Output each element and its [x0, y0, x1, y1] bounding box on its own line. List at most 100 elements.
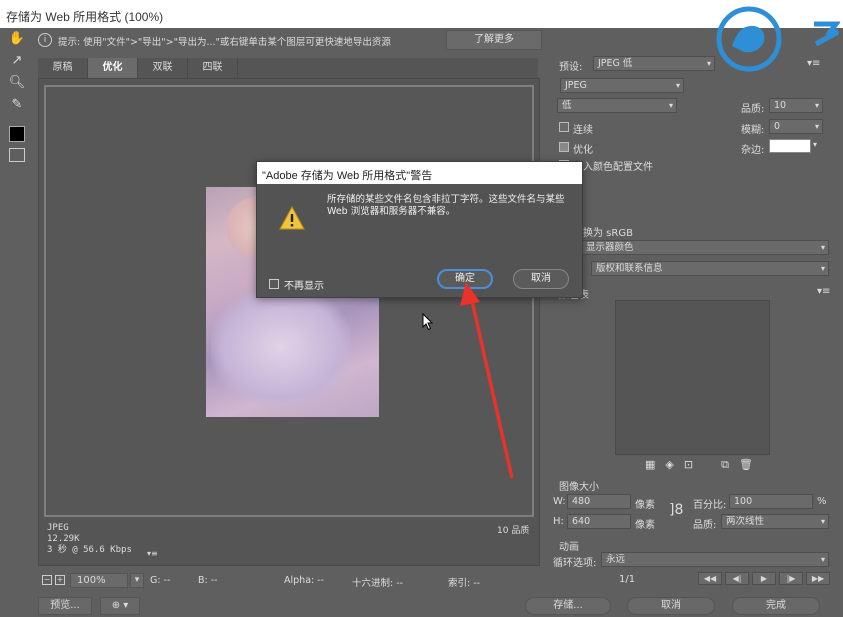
preview-color-select[interactable]: 显示器颜色 ▾: [581, 240, 829, 255]
link-icon[interactable]: ]8: [669, 502, 683, 518]
trash-icon[interactable]: 🗑︎: [739, 458, 753, 472]
percent-sign: %: [817, 496, 827, 507]
logo-icon: [716, 6, 782, 72]
progressive-label: 连续: [573, 125, 593, 136]
dont-show-label: 不再显示: [284, 281, 324, 292]
info-format: JPEG: [47, 523, 69, 533]
warning-dialog: "Adobe 存储为 Web 所用格式"警告 所存储的某些文件名包含非拉丁字符。…: [256, 161, 583, 298]
preview-button[interactable]: 预览...: [38, 597, 92, 615]
map-color-icon[interactable]: ▦: [645, 458, 655, 472]
width-unit: 像素: [635, 500, 655, 511]
percent-field[interactable]: 100: [729, 494, 813, 509]
chevron-down-icon[interactable]: ▾: [130, 573, 144, 588]
prev-frame-button[interactable]: ◀|: [725, 572, 749, 585]
tab-optimized[interactable]: 优化: [88, 58, 138, 78]
cancel-button[interactable]: 取消: [627, 597, 715, 615]
resample-quality-value: 两次线性: [726, 516, 765, 527]
status-bar: − + 100% ▾ G: -- B: -- Alpha: -- 十六进制: -…: [40, 572, 540, 590]
matte-color-swatch[interactable]: [769, 139, 811, 153]
index-readout: 索引: --: [448, 578, 481, 589]
lock-color-icon[interactable]: ⊡: [684, 458, 693, 472]
preview-color-value: 显示器颜色: [586, 242, 634, 253]
blur-field[interactable]: 0 ▾: [769, 119, 823, 134]
chevron-down-icon[interactable]: ▾: [813, 140, 817, 149]
mouse-cursor-icon: [422, 313, 434, 331]
height-unit: 像素: [635, 520, 655, 531]
tab-2-up[interactable]: 双联: [138, 58, 188, 78]
save-button[interactable]: 存储...: [525, 597, 611, 615]
format-value: JPEG: [565, 80, 587, 91]
zoom-in-button[interactable]: +: [55, 575, 65, 585]
hint-bar: i 提示: 使用"文件">"导出">"导出为..."或右键单击某个图层可更快速地…: [34, 30, 544, 52]
first-frame-button[interactable]: ◀◀: [698, 572, 722, 585]
new-color-icon[interactable]: ⧉: [721, 458, 729, 472]
animation-controls: ◀◀ ◀| ▶ |▶ ▶▶: [698, 572, 830, 585]
done-button[interactable]: 完成: [732, 597, 820, 615]
play-button[interactable]: ▶: [752, 572, 776, 585]
browser-preview-select[interactable]: ⊕ ▾: [100, 597, 140, 615]
panel-menu-icon[interactable]: ▾≡: [807, 58, 820, 69]
tab-original[interactable]: 原稿: [38, 58, 88, 78]
dont-show-checkbox[interactable]: [269, 279, 279, 289]
web-shift-icon[interactable]: ◈: [665, 458, 673, 472]
tab-4-up[interactable]: 四联: [188, 58, 238, 78]
width-value: 480: [572, 496, 591, 507]
width-field[interactable]: 480: [567, 494, 631, 509]
animation-heading: 动画: [559, 542, 579, 553]
color-table-menu-icon[interactable]: ▾≡: [817, 286, 830, 297]
optimized-label: 优化: [573, 145, 593, 156]
green-readout: G: --: [150, 575, 171, 586]
percent-label: 百分比:: [693, 500, 727, 511]
tool-column: ✋ ↗ 🔍︎ ✎: [8, 30, 28, 162]
blur-value: 0: [774, 121, 781, 132]
hint-text: 提示: 使用"文件">"导出">"导出为..."或右键单击某个图层可更快速地导出…: [58, 37, 391, 48]
resample-quality-select[interactable]: 两次线性 ▾: [721, 514, 829, 529]
height-field[interactable]: 640: [567, 514, 631, 529]
compression-select[interactable]: 低 ▾: [557, 98, 677, 113]
loop-options-value: 永远: [606, 554, 626, 565]
height-value: 640: [572, 516, 591, 527]
progressive-checkbox[interactable]: [559, 122, 569, 132]
alpha-readout: Alpha: --: [284, 575, 325, 586]
info-menu-icon[interactable]: ▾≡: [147, 549, 158, 558]
preset-value: JPEG 低: [598, 58, 633, 69]
metadata-select[interactable]: 版权和联系信息 ▾: [591, 261, 829, 276]
height-label: H:: [553, 516, 564, 527]
eyedropper-color-swatch[interactable]: [9, 126, 25, 142]
zoom-tool-icon[interactable]: 🔍︎: [8, 74, 26, 92]
learn-more-button[interactable]: 了解更多: [446, 30, 542, 50]
next-frame-button[interactable]: |▶: [779, 572, 803, 585]
dialog-cancel-button[interactable]: 取消: [513, 269, 569, 289]
last-frame-button[interactable]: ▶▶: [806, 572, 830, 585]
hand-tool-icon[interactable]: ✋: [8, 30, 26, 48]
percent-value: 100: [734, 496, 753, 507]
ok-button[interactable]: 确定: [437, 269, 493, 289]
zoom-out-button[interactable]: −: [42, 575, 52, 585]
preset-select[interactable]: JPEG 低 ▾: [593, 56, 715, 71]
image-size-heading: 图像大小: [559, 482, 599, 493]
format-select[interactable]: JPEG ▾: [560, 78, 684, 93]
info-icon: i: [38, 33, 52, 47]
slice-select-tool-icon[interactable]: ↗: [8, 52, 26, 70]
toggle-slices-icon[interactable]: [9, 148, 25, 162]
blur-label: 模糊:: [741, 125, 765, 136]
preview-canvas[interactable]: [44, 85, 534, 517]
info-size: 12.29K: [47, 534, 80, 544]
matte-label: 杂边:: [741, 145, 765, 156]
dialog-message: 所存储的某些文件名包含非拉丁字符。这些文件名与某些 Web 浏览器和服务器不兼容…: [327, 194, 565, 217]
zoom-level-field[interactable]: 100%: [70, 573, 128, 588]
warning-icon: [279, 206, 305, 230]
frame-counter: 1/1: [619, 574, 636, 585]
eyedropper-tool-icon[interactable]: ✎: [8, 96, 26, 114]
compression-value: 低: [562, 100, 572, 111]
info-time: 3 秒 @ 56.6 Kbps: [47, 545, 132, 555]
optimized-checkbox[interactable]: [559, 142, 569, 152]
quality-field[interactable]: 10 ▾: [769, 98, 823, 113]
canvas-area: JPEG 12.29K 3 秒 @ 56.6 Kbps 10 品质 ▾≡: [38, 78, 540, 566]
optimization-info: JPEG 12.29K 3 秒 @ 56.6 Kbps: [47, 523, 132, 556]
hex-readout: 十六进制: --: [352, 578, 404, 589]
info-quality: 10 品质: [497, 526, 530, 536]
loop-options-select[interactable]: 永远 ▾: [601, 552, 829, 567]
loop-options-label: 循环选项:: [553, 558, 597, 569]
quality-value: 10: [774, 100, 787, 111]
